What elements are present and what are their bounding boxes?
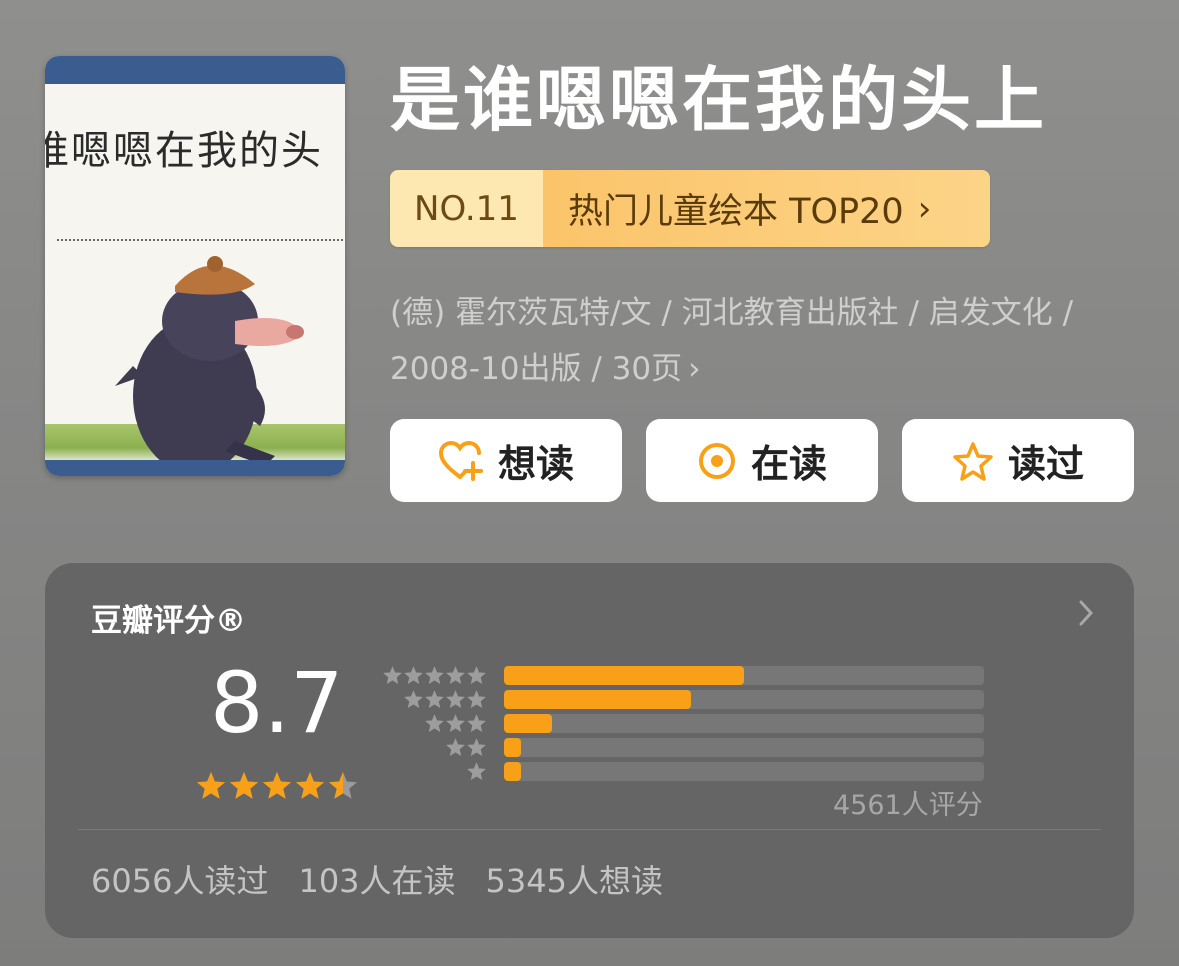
star-icon — [329, 772, 357, 799]
small-star-icon — [446, 666, 465, 684]
rating-bar-fill — [504, 666, 744, 685]
small-star-icon — [467, 738, 486, 756]
rating-bar-fill — [504, 714, 552, 733]
book-title: 是谁嗯嗯在我的头上 — [390, 59, 1047, 141]
rating-bar-track — [504, 690, 984, 709]
rating-bar-track — [504, 762, 984, 781]
chevron-right-icon[interactable] — [1078, 599, 1094, 627]
small-star-icon — [467, 714, 486, 732]
heart-plus-icon — [438, 440, 483, 481]
rating-score: 8.7 — [210, 654, 344, 752]
rating-bar-1-star — [383, 760, 984, 784]
stat-want: 5345人想读 — [485, 862, 663, 900]
mole-illustration — [115, 256, 304, 476]
small-star-icon — [446, 690, 465, 708]
rating-bar-2-star — [383, 736, 984, 760]
chevron-right-icon: › — [917, 188, 932, 229]
reading-button[interactable]: 在读 — [646, 419, 878, 502]
want-to-read-button[interactable]: 想读 — [390, 419, 622, 502]
star-icon — [230, 772, 258, 799]
rating-bar-4-star — [383, 688, 984, 712]
rating-header: 豆瓣评分® — [91, 603, 246, 639]
small-star-icon — [383, 666, 402, 684]
stat-reading: 103人在读 — [298, 862, 456, 900]
rating-bar-fill — [504, 762, 521, 781]
meta-line-1: (德) 霍尔茨瓦特/文 / 河北教育出版社 / 启发文化 / — [390, 295, 1074, 331]
small-star-icon — [425, 690, 444, 708]
have-read-button[interactable]: 读过 — [902, 419, 1134, 502]
rank-list-name: 热门儿童绘本 TOP20 — [568, 192, 904, 232]
small-star-icon — [467, 690, 486, 708]
meta-line-2: 2008-10出版 / 30页 › — [390, 351, 701, 387]
rating-bar-fill — [504, 738, 521, 757]
want-to-read-label: 想读 — [497, 442, 574, 486]
reading-label: 在读 — [750, 442, 827, 486]
rating-card[interactable]: 豆瓣评分® 8.7 4561人评分 6056人读过 103人在读 5345人想读 — [45, 563, 1134, 938]
rating-bar-fill — [504, 690, 692, 709]
rank-list-link[interactable]: 热门儿童绘本 TOP20 › — [543, 170, 990, 247]
cover-bottom-band — [45, 460, 345, 476]
book-meta[interactable]: (德) 霍尔茨瓦特/文 / 河北教育出版社 / 启发文化 / 2008-10出版… — [390, 285, 1160, 397]
small-star-icon — [425, 714, 444, 732]
stat-read: 6056人读过 — [91, 862, 269, 900]
rating-count: 4561人评分 — [833, 790, 983, 821]
rank-number: NO.11 — [390, 170, 543, 247]
rating-bar-5-star — [383, 664, 984, 688]
star-icon — [263, 772, 291, 799]
star-icon — [296, 772, 324, 799]
star-icon — [197, 772, 225, 799]
small-star-icon — [446, 738, 465, 756]
rating-stars — [195, 770, 360, 802]
small-star-icon — [425, 666, 444, 684]
rating-bar-track — [504, 738, 984, 757]
cover-title-text: 谁嗯嗯在我的头 — [45, 128, 323, 174]
divider — [78, 829, 1101, 830]
small-star-icon — [467, 666, 486, 684]
rating-bar-track — [504, 714, 984, 733]
target-icon — [698, 442, 735, 479]
reader-stats: 6056人读过 103人在读 5345人想读 — [91, 856, 693, 902]
small-star-icon — [404, 690, 423, 708]
star-outline-icon — [953, 441, 993, 481]
have-read-label: 读过 — [1007, 442, 1084, 486]
small-star-icon — [467, 762, 486, 780]
book-cover[interactable]: 谁嗯嗯在我的头 — [45, 56, 345, 476]
rating-bar-track — [504, 666, 984, 685]
rating-bar-3-star — [383, 712, 984, 736]
cover-top-band — [45, 56, 345, 84]
small-star-icon — [404, 666, 423, 684]
rank-badge[interactable]: NO.11 热门儿童绘本 TOP20 › — [390, 170, 990, 247]
small-star-icon — [446, 714, 465, 732]
chevron-right-icon: › — [688, 351, 701, 387]
